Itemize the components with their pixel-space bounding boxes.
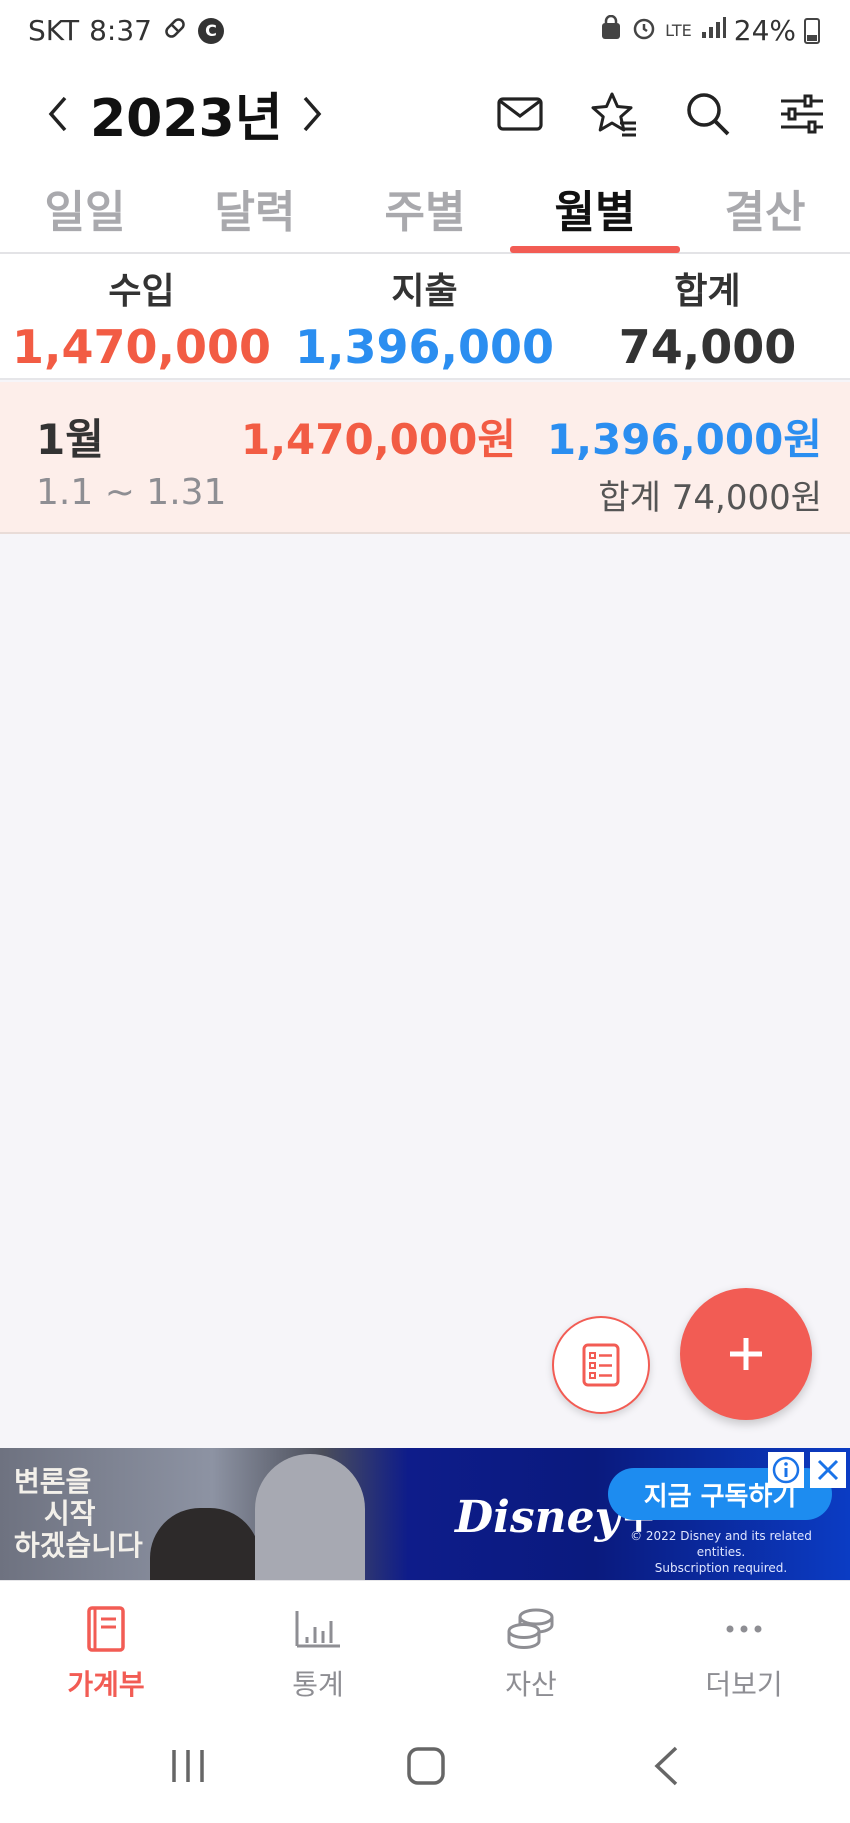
alarm-icon [631,15,657,47]
active-tab-indicator [510,246,680,253]
clock: 8:37 [89,14,152,47]
ad-close-button[interactable] [810,1452,846,1488]
month-date-range: 1.1 ~ 1.31 [36,472,227,513]
ad-legal-text: © 2022 Disney and its related entities. … [606,1528,836,1576]
sliders-icon [781,94,823,134]
network-type: LTE [665,20,692,40]
c-app-icon: C [197,17,224,44]
coins-icon [504,1603,558,1655]
close-icon [817,1459,839,1481]
tab-calendar[interactable]: 달력 [170,164,340,252]
checklist-icon [582,1343,620,1387]
net-label: 합계 [674,271,741,312]
ad-korean-text: 변론을 시작 하겠습니다 [14,1466,143,1562]
ad-text-line1: 변론을 [14,1465,92,1498]
plus-icon [730,1338,762,1370]
month-label: 1월 [36,415,104,464]
expense-total: 1,396,000 [295,320,554,374]
nav-label-stats: 통계 [292,1668,344,1701]
back-button[interactable] [626,1736,706,1796]
nav-item-more[interactable]: 더보기 [638,1581,850,1709]
income-total: 1,470,000 [12,320,271,374]
income-summary: 수입 1,470,000 [0,254,283,380]
recent-apps-icon [172,1750,204,1782]
battery-icon [804,17,820,44]
search-button[interactable] [676,82,740,146]
tab-monthly[interactable]: 월별 [510,164,680,252]
ad-text-line3: 하겠습니다 [14,1529,143,1562]
status-right: LTE 24% [599,14,820,47]
ad-text-line2: 시작 [44,1497,96,1530]
bookmark-button[interactable] [582,82,646,146]
status-left: SKT 8:37 C [28,14,224,47]
next-year-button[interactable] [288,84,338,144]
nav-item-stats[interactable]: 통계 [212,1581,424,1709]
ad-info-button[interactable] [768,1452,804,1488]
ad-person-image [150,1508,260,1580]
signal-icon [700,16,726,46]
mail-icon [497,97,543,131]
more-dots-icon [717,1603,771,1655]
ad-person-image [255,1454,365,1580]
period-tabs: 일일 달력 주별 월별 결산 [0,164,850,254]
month-net-total: 합계 74,000원 [598,478,822,518]
pill-icon [162,15,188,47]
ad-legal-line2: Subscription required. [654,1561,788,1575]
month-income: 1,470,000원 [240,415,516,464]
bar-chart-icon [291,1603,345,1655]
year-title[interactable]: 2023년 [90,78,283,149]
header: 2023년 [0,64,850,164]
status-bar: SKT 8:37 C LTE 24% [0,0,850,64]
nav-label-more: 더보기 [705,1668,783,1701]
system-navigation-bar [0,1708,850,1823]
search-icon [687,93,730,136]
home-icon [407,1747,445,1785]
income-label: 수입 [108,271,175,312]
prev-year-button[interactable] [32,84,82,144]
nav-item-ledger[interactable]: 가계부 [0,1581,212,1709]
carrier-label: SKT [28,14,80,47]
nav-label-assets: 자산 [505,1668,557,1701]
add-transaction-button[interactable] [680,1288,812,1420]
expense-label: 지출 [391,271,458,312]
recent-apps-button[interactable] [148,1736,228,1796]
summary-panel: 수입 1,470,000 지출 1,396,000 합계 74,000 [0,254,850,380]
nav-item-assets[interactable]: 자산 [425,1581,637,1709]
mail-button[interactable] [488,82,552,146]
chevron-right-icon [303,96,322,132]
filter-button[interactable] [770,82,834,146]
tab-weekly[interactable]: 주별 [340,164,510,252]
tab-daily[interactable]: 일일 [0,164,170,252]
tab-settlement[interactable]: 결산 [680,164,850,252]
home-button[interactable] [386,1736,466,1796]
battery-percent: 24% [733,14,796,47]
star-list-icon [591,92,636,137]
ad-banner[interactable]: 변론을 시작 하겠습니다 Disney+ 지금 구독하기 © 2022 Disn… [0,1448,850,1580]
ad-legal-line1: © 2022 Disney and its related entities. [630,1529,812,1559]
info-icon [772,1456,800,1484]
bottom-navigation: 가계부 통계 자산 더보기 [0,1580,850,1708]
month-row[interactable]: 1월 1.1 ~ 1.31 1,470,000원 1,396,000원 합계 7… [0,382,850,534]
net-total: 74,000 [618,320,797,374]
expense-summary: 지출 1,396,000 [283,254,566,380]
month-expense: 1,396,000원 [546,415,822,464]
net-summary: 합계 74,000 [566,254,849,380]
nav-label-ledger: 가계부 [67,1668,145,1701]
ledger-book-icon [79,1603,133,1655]
lock-recycle-icon [599,14,623,47]
chevron-left-icon [48,96,67,132]
list-fab-button[interactable] [552,1316,650,1414]
back-icon [654,1746,678,1786]
